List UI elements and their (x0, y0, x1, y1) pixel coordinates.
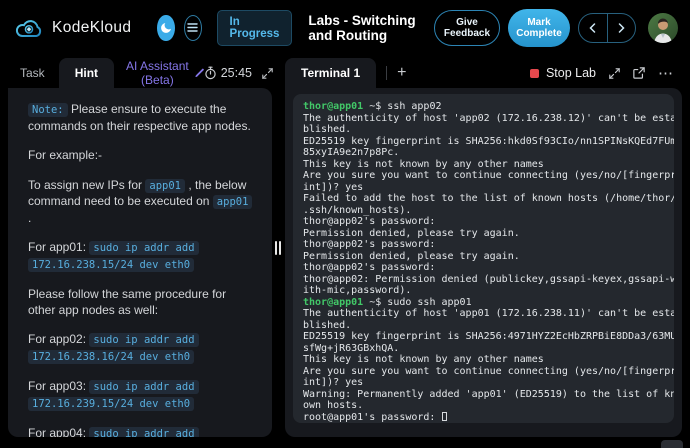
hamburger-icon (187, 23, 198, 32)
lab-nav (578, 13, 636, 43)
left-panel-expand-button[interactable] (262, 68, 273, 79)
terminal-line: Are you sure you want to continue connec… (303, 170, 664, 182)
stop-icon (530, 69, 539, 78)
hint-content: Note: Please ensure to execute the comma… (28, 102, 254, 437)
shell-prompt: thor@app01 (303, 297, 363, 308)
terminal-line: thor@app02's password: (303, 239, 664, 251)
terminal-line: ith-mic,password). (303, 285, 664, 297)
code-snippet: app01 (213, 195, 253, 209)
terminal-line: This key is not known by any other names (303, 159, 664, 171)
ellipsis-icon: ⋯ (658, 64, 674, 82)
hint-paragraph: For app01: sudo ip addr add 172.16.238.1… (28, 240, 254, 273)
page-title: Labs - Switching and Routing (308, 13, 434, 43)
terminal-cursor (442, 412, 447, 421)
code-snippet: Note: (28, 103, 68, 117)
shell-prompt: thor@app01 (303, 101, 363, 112)
brand-name: KodeKloud (52, 19, 131, 37)
stopwatch-icon (204, 66, 217, 80)
add-terminal-button[interactable]: + (397, 65, 406, 81)
open-external-button[interactable] (633, 67, 645, 79)
stop-lab-label: Stop Lab (546, 66, 596, 80)
tab-task[interactable]: Task (20, 66, 45, 80)
kodekloud-logo-icon (14, 17, 44, 39)
hint-paragraph: To assign new IPs for app01 , the below … (28, 178, 254, 227)
brand[interactable]: KodeKloud (14, 17, 131, 39)
chevron-left-icon (589, 23, 596, 33)
hint-panel: Note: Please ensure to execute the comma… (8, 88, 272, 437)
expand-icon (262, 68, 273, 79)
hint-paragraph: For example:- (28, 148, 254, 164)
timer-value: 25:45 (221, 66, 252, 80)
terminal-tabs: Terminal 1 + Stop Lab (285, 58, 682, 88)
more-options-button[interactable]: ⋯ (658, 64, 674, 82)
tab-terminal-1[interactable]: Terminal 1 (285, 58, 376, 88)
terminal-actions: Stop Lab ⋯ (530, 64, 682, 82)
hint-paragraph: Note: Please ensure to execute the comma… (28, 102, 254, 134)
terminal-line: root@app01's password: (303, 412, 664, 424)
hint-paragraph: For app02: sudo ip addr add 172.16.238.1… (28, 332, 254, 365)
status-badge: In Progress (217, 10, 293, 46)
left-panel-tabs: Task Hint AI Assistant (Beta) 25:45 (0, 58, 283, 88)
terminal-line: thor@app02: Permission denied (publickey… (303, 274, 664, 286)
hint-paragraph: For app03: sudo ip addr add 172.16.239.1… (28, 379, 254, 412)
mark-complete-button[interactable]: Mark Complete (508, 9, 570, 47)
terminal-line: ED25519 key fingerprint is SHA256:4971HY… (303, 331, 664, 343)
hint-paragraph: Please follow the same procedure for oth… (28, 287, 254, 318)
tab-ai-assistant[interactable]: AI Assistant (Beta) (126, 59, 204, 87)
code-snippet: app01 (145, 179, 185, 193)
avatar[interactable] (648, 13, 678, 43)
terminal-line: thor@app01 ~$ ssh app02 (303, 101, 664, 113)
terminal-line: Permission denied, please try again. (303, 251, 664, 263)
app-window: KodeKloud In Progress Labs - Switching a… (0, 0, 690, 448)
terminal-line: blished. (303, 124, 664, 136)
terminal-line: int])? yes (303, 182, 664, 194)
terminal-line: thor@app02's password: (303, 216, 664, 228)
external-link-icon (633, 67, 645, 79)
prev-button[interactable] (579, 14, 607, 42)
top-bar: KodeKloud In Progress Labs - Switching a… (0, 0, 690, 55)
terminal-line: int])? yes (303, 377, 664, 389)
terminal-line: Warning: Permanently added 'app01' (ED25… (303, 389, 664, 401)
chevron-right-icon (618, 23, 625, 33)
terminal-panel: thor@app01 ~$ ssh app02The authenticity … (285, 88, 682, 437)
tab-hint[interactable]: Hint (59, 58, 114, 88)
terminal-line: Permission denied, please try again. (303, 228, 664, 240)
terminal-line: Failed to add the host to the list of kn… (303, 193, 664, 205)
terminal-line: This key is not known by any other names (303, 354, 664, 366)
terminal-line: Are you sure you want to continue connec… (303, 366, 664, 378)
hint-paragraph: For app04: sudo ip addr add 172.16.239.1… (28, 426, 254, 437)
top-bar-actions: Give Feedback Mark Complete (434, 9, 678, 47)
next-button[interactable] (608, 14, 636, 42)
terminal-output[interactable]: thor@app01 ~$ ssh app02The authenticity … (293, 94, 674, 423)
terminal-line: thor@app02's password: (303, 262, 664, 274)
resize-corner (661, 440, 683, 448)
give-feedback-button[interactable]: Give Feedback (434, 10, 500, 46)
terminal-line: ED25519 key fingerprint is SHA256:hkd0Sf… (303, 136, 664, 148)
terminal-line: .ssh/known_hosts). (303, 205, 664, 217)
terminal-line: sfWg+jR63GBxhQA. (303, 343, 664, 355)
terminal-line: thor@app01 ~$ sudo ssh app01 (303, 297, 664, 309)
lab-timer: 25:45 (204, 66, 252, 80)
terminal-line: own hosts. (303, 400, 664, 412)
terminal-line: The authenticity of host 'app01 (172.16.… (303, 308, 664, 320)
pencil-icon (194, 68, 204, 78)
tab-divider (386, 66, 387, 80)
moon-icon (159, 21, 173, 35)
terminal-line: The authenticity of host 'app02 (172.16.… (303, 113, 664, 125)
terminal-line: 85xyIA9e2n7p8Pc. (303, 147, 664, 159)
panel-resize-handle[interactable] (273, 239, 282, 257)
menu-button[interactable] (184, 15, 202, 41)
theme-toggle-button[interactable] (157, 15, 174, 41)
expand-icon (609, 68, 620, 79)
stop-lab-button[interactable]: Stop Lab (530, 66, 596, 80)
terminal-expand-button[interactable] (609, 68, 620, 79)
tab-ai-assistant-label: AI Assistant (Beta) (126, 59, 189, 87)
terminal-line: blished. (303, 320, 664, 332)
